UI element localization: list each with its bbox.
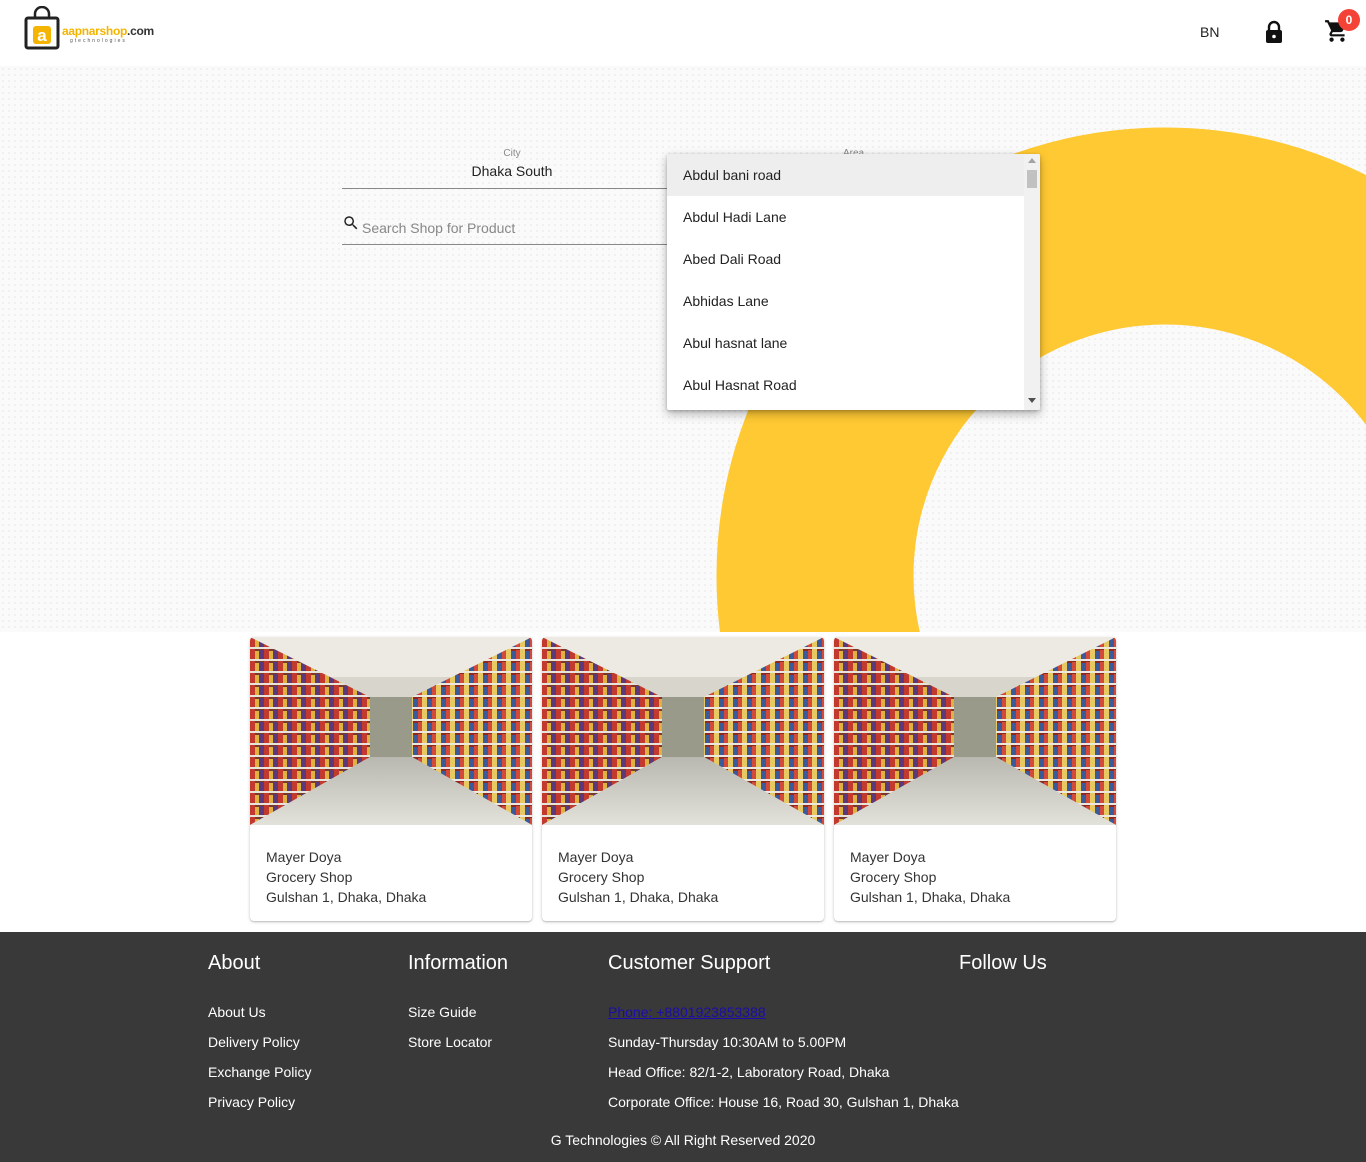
footer-follow: Follow Us	[959, 952, 1047, 997]
shop-image	[542, 637, 824, 825]
area-option[interactable]: Abul Hasnat Road	[667, 364, 1024, 406]
scroll-down-arrow-icon[interactable]	[1028, 398, 1036, 403]
footer-heading-follow: Follow Us	[959, 952, 1047, 974]
footer-link-exchange-policy[interactable]: Exchange Policy	[208, 1057, 312, 1087]
city-value: Dhaka South	[471, 163, 553, 179]
area-option[interactable]: Abdul Hadi Lane	[667, 196, 1024, 238]
area-dropdown-menu: Abdul bani road Abdul Hadi Lane Abed Dal…	[667, 154, 1040, 410]
shop-location: Gulshan 1, Dhaka, Dhaka	[558, 889, 719, 905]
footer-corporate-office: Corporate Office: House 16, Road 30, Gul…	[608, 1094, 959, 1110]
shop-image	[834, 637, 1116, 825]
search-field	[342, 210, 672, 245]
footer-heading-information: Information	[408, 952, 509, 974]
lock-icon[interactable]	[1264, 20, 1284, 44]
search-icon	[344, 216, 358, 230]
shopping-bag-logo-icon: a	[24, 6, 60, 50]
scrollbar-thumb[interactable]	[1027, 170, 1037, 188]
shop-type: Grocery Shop	[266, 869, 353, 885]
dropdown-scrollbar[interactable]	[1024, 154, 1040, 410]
area-option[interactable]: Abul hasnat lane	[667, 322, 1024, 364]
footer-link-about-us[interactable]: About Us	[208, 997, 312, 1027]
shop-location: Gulshan 1, Dhaka, Dhaka	[266, 889, 427, 905]
scroll-up-arrow-icon[interactable]	[1028, 158, 1036, 163]
footer-link-store-locator[interactable]: Store Locator	[408, 1027, 508, 1057]
area-option[interactable]: Abdul bani road	[667, 154, 1024, 196]
shop-name: Mayer Doya	[266, 849, 342, 865]
footer-heading-support: Customer Support	[608, 952, 771, 974]
footer-hours: Sunday-Thursday 10:30AM to 5.00PM	[608, 1034, 847, 1050]
shop-name: Mayer Doya	[558, 849, 634, 865]
shop-name: Mayer Doya	[850, 849, 926, 865]
site-footer: About About Us Delivery Policy Exchange …	[0, 932, 1366, 1162]
city-label: City	[503, 148, 521, 159]
shop-image	[250, 637, 532, 825]
logo-subtext: gtechnologies	[70, 38, 127, 44]
footer-phone-link[interactable]: Phone: +8801923853388	[608, 997, 959, 1027]
site-logo[interactable]: a aapnarshop.com gtechnologies	[22, 4, 162, 52]
area-option[interactable]: Abhidas Lane	[667, 280, 1024, 322]
shop-location: Gulshan 1, Dhaka, Dhaka	[850, 889, 1011, 905]
footer-heading-about: About	[208, 952, 261, 974]
shop-card[interactable]: Mayer Doya Grocery Shop Gulshan 1, Dhaka…	[542, 637, 824, 921]
cart-count-badge: 0	[1338, 9, 1360, 31]
shop-type: Grocery Shop	[850, 869, 937, 885]
city-select[interactable]: City Dhaka South	[342, 148, 682, 189]
svg-text:a: a	[37, 26, 47, 45]
shop-card[interactable]: Mayer Doya Grocery Shop Gulshan 1, Dhaka…	[834, 637, 1116, 921]
search-input[interactable]	[362, 220, 662, 236]
shop-card[interactable]: Mayer Doya Grocery Shop Gulshan 1, Dhaka…	[250, 637, 532, 921]
footer-link-size-guide[interactable]: Size Guide	[408, 997, 508, 1027]
footer-information: Information Size Guide Store Locator	[408, 952, 508, 1057]
footer-head-office: Head Office: 82/1-2, Laboratory Road, Dh…	[608, 1064, 890, 1080]
footer-link-delivery-policy[interactable]: Delivery Policy	[208, 1027, 312, 1057]
copyright-text: G Technologies © All Right Reserved 2020	[550, 1132, 816, 1148]
site-header: a aapnarshop.com gtechnologies BN 0	[0, 0, 1366, 66]
footer-about: About About Us Delivery Policy Exchange …	[208, 952, 312, 1117]
shop-type: Grocery Shop	[558, 869, 645, 885]
logo-text: aapnarshop.com	[62, 24, 154, 38]
area-option[interactable]: Abed Dali Road	[667, 238, 1024, 280]
footer-link-privacy-policy[interactable]: Privacy Policy	[208, 1087, 312, 1117]
footer-support: Customer Support Phone: +8801923853388 S…	[608, 952, 959, 1117]
language-toggle[interactable]: BN	[1200, 24, 1219, 40]
